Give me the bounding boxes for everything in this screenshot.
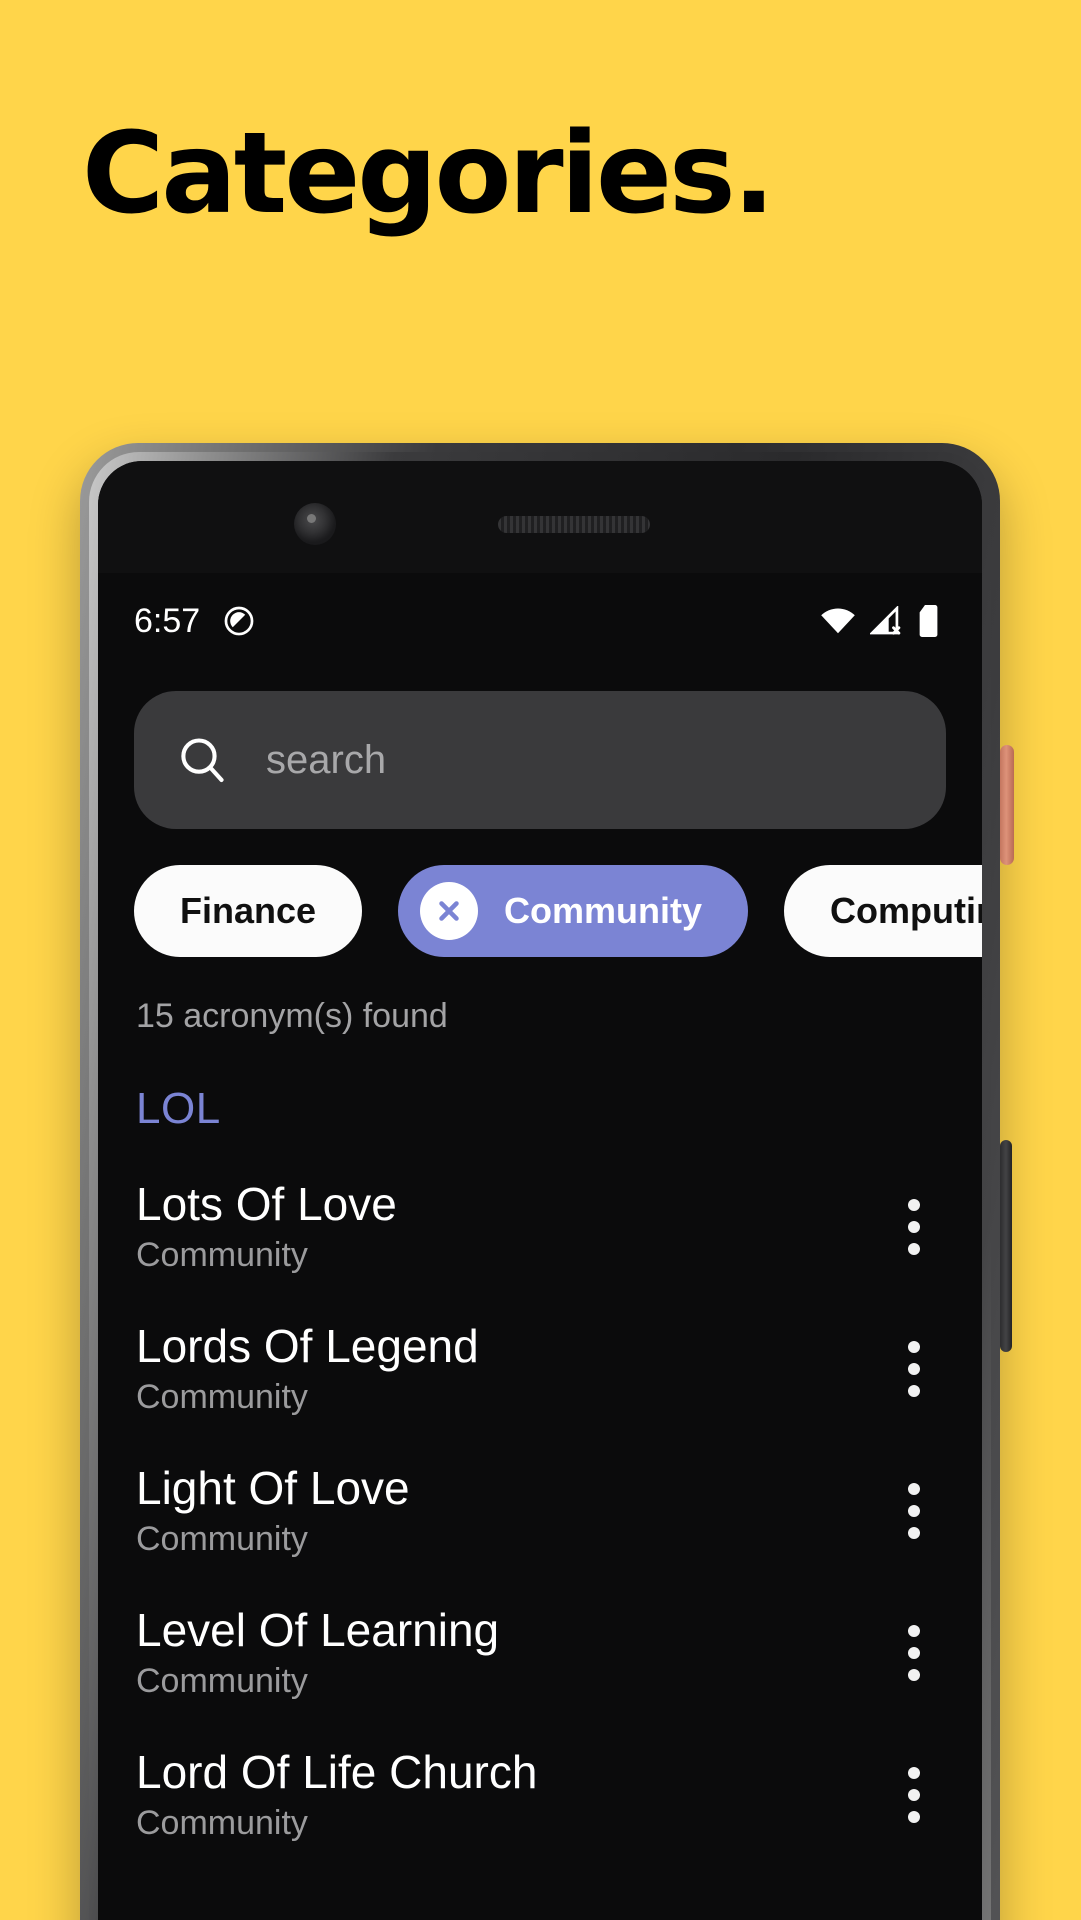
filter-chip-label: Community bbox=[504, 890, 703, 931]
list-item-title: Lord Of Life Church bbox=[136, 1745, 538, 1798]
do-not-disturb-icon bbox=[222, 604, 256, 638]
volume-rocker-button[interactable] bbox=[1000, 1140, 1012, 1352]
device-sensor-strip bbox=[98, 461, 982, 573]
list-item-category: Community bbox=[136, 1662, 308, 1701]
filter-chip-label: Finance bbox=[180, 890, 317, 931]
list-item-text: Level Of Learning Community bbox=[136, 1603, 886, 1702]
list-item-category: Community bbox=[136, 1236, 308, 1275]
list-item-category: Community bbox=[136, 1378, 308, 1417]
list-item[interactable]: Lord Of Life Church Community bbox=[98, 1724, 982, 1866]
search-placeholder-text: search bbox=[266, 737, 387, 782]
status-bar: 6:57 bbox=[98, 573, 982, 669]
earpiece-speaker-icon bbox=[498, 516, 650, 533]
cellular-no-sim-icon bbox=[870, 606, 904, 636]
phone-device-frame: 6:57 search Finance Community Computi 15… bbox=[80, 443, 1000, 1920]
list-item-text: Lords Of Legend Community bbox=[136, 1319, 886, 1418]
more-vertical-icon[interactable] bbox=[886, 1187, 942, 1267]
list-item[interactable]: Lots Of Love Community bbox=[98, 1156, 982, 1298]
list-item[interactable]: Light Of Love Community bbox=[98, 1440, 982, 1582]
wifi-icon bbox=[820, 606, 856, 636]
battery-icon bbox=[918, 604, 942, 638]
list-item-category: Community bbox=[136, 1520, 308, 1559]
status-bar-right bbox=[820, 604, 942, 638]
search-input[interactable]: search bbox=[134, 691, 946, 829]
power-button[interactable] bbox=[1000, 745, 1014, 865]
list-item-title: Lots Of Love bbox=[136, 1177, 397, 1230]
list-item-title: Light Of Love bbox=[136, 1461, 410, 1514]
results-count-text: 15 acronym(s) found bbox=[136, 997, 448, 1035]
more-vertical-icon[interactable] bbox=[886, 1329, 942, 1409]
list-item-text: Lots Of Love Community bbox=[136, 1177, 886, 1276]
more-vertical-icon[interactable] bbox=[886, 1471, 942, 1551]
list-item-category: Community bbox=[136, 1804, 308, 1843]
filter-chips-row[interactable]: Finance Community Computing bbox=[98, 865, 982, 957]
app-screen: 6:57 search Finance Community Computi 15… bbox=[98, 573, 982, 1920]
list-item-title: Level Of Learning bbox=[136, 1603, 500, 1656]
close-icon[interactable] bbox=[420, 882, 479, 940]
list-item-text: Lord Of Life Church Community bbox=[136, 1745, 886, 1844]
filter-chip-finance[interactable]: Finance bbox=[134, 865, 363, 957]
page-title: Categories. bbox=[82, 109, 775, 239]
list-item[interactable]: Lords Of Legend Community bbox=[98, 1298, 982, 1440]
more-vertical-icon[interactable] bbox=[886, 1613, 942, 1693]
list-item-title: Lords Of Legend bbox=[136, 1319, 479, 1372]
more-vertical-icon[interactable] bbox=[886, 1755, 942, 1835]
list-item-text: Light Of Love Community bbox=[136, 1461, 886, 1560]
filter-chip-label: Computing bbox=[830, 890, 982, 931]
filter-chip-community[interactable]: Community bbox=[398, 865, 749, 957]
front-camera-icon bbox=[294, 503, 336, 545]
list-item[interactable]: Level Of Learning Community bbox=[98, 1582, 982, 1724]
search-icon bbox=[176, 734, 228, 786]
filter-chip-computing[interactable]: Computing bbox=[784, 865, 982, 957]
status-time: 6:57 bbox=[134, 601, 201, 640]
phone-screen-bezel: 6:57 search Finance Community Computi 15… bbox=[98, 461, 982, 1920]
acronym-list: Lots Of Love Community Lords Of Legend C… bbox=[98, 1156, 982, 1866]
status-bar-left: 6:57 bbox=[134, 602, 256, 641]
acronym-group-header: LOL bbox=[136, 1084, 221, 1133]
